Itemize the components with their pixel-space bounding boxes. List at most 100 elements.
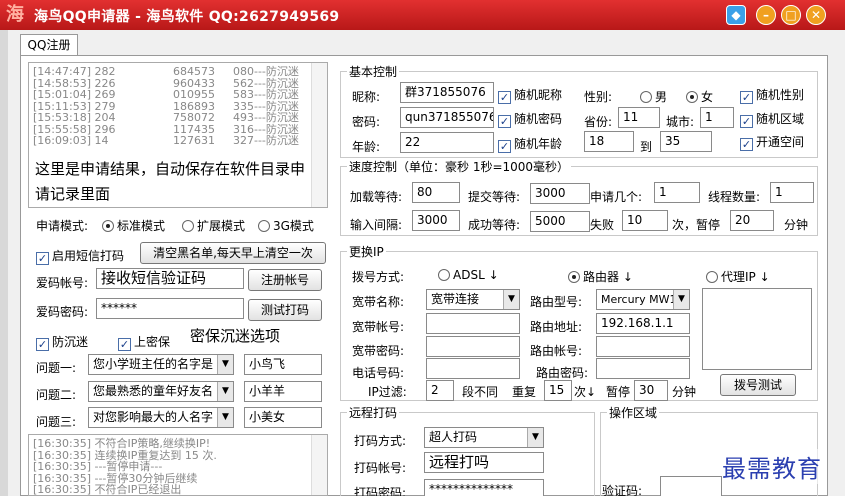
a1-input[interactable]: 小鸟飞: [244, 354, 322, 375]
ip-pause-label: 暂停: [606, 385, 631, 399]
minutes-label: 分钟: [784, 218, 809, 232]
q2-label: 问题二:: [36, 388, 77, 402]
sms-password-input[interactable]: ******: [96, 298, 244, 319]
result-log[interactable]: [14:47:47] 282 [14:58:53] 226 [15:01:04]…: [28, 62, 328, 208]
mode-label: 申请模式:: [36, 219, 89, 233]
proxy-list[interactable]: [702, 288, 812, 370]
list-item: 080---防沉迷: [233, 65, 299, 78]
adsl-radio[interactable]: ADSL ↓: [438, 268, 499, 282]
skin-icon[interactable]: ◆: [726, 5, 746, 25]
mode-extended-radio[interactable]: 扩展模式: [182, 217, 245, 234]
phone-input[interactable]: [426, 358, 520, 379]
load-wait-input[interactable]: 80: [412, 182, 460, 203]
remote-mode-select[interactable]: 超人打码 ▼: [424, 427, 544, 448]
router-password-label: 路由密码:: [536, 366, 589, 380]
bb-password-label: 宽带密码:: [352, 344, 405, 358]
watermark-text: 最需教育: [722, 449, 822, 484]
a2-input[interactable]: 小羊羊: [244, 381, 322, 402]
router-account-label: 路由帐号:: [530, 344, 583, 358]
age-to-input[interactable]: 35: [660, 131, 712, 152]
group-title: 远程打码: [347, 404, 400, 421]
close-button[interactable]: ✕: [806, 5, 826, 25]
remote-password-input[interactable]: **************: [424, 479, 544, 496]
pause-input[interactable]: 20: [730, 210, 774, 231]
bb-name-label: 宽带名称:: [352, 295, 405, 309]
security-note: 密保沉迷选项: [190, 327, 281, 345]
remote-password-label: 打码密码:: [354, 486, 407, 496]
female-radio[interactable]: 女: [686, 88, 713, 105]
bb-password-input[interactable]: [426, 336, 520, 357]
male-radio[interactable]: 男: [640, 88, 667, 105]
proxy-ip-radio[interactable]: 代理IP ↓: [706, 268, 770, 285]
q2-select[interactable]: 您最熟悉的童年好友名 ▼: [88, 381, 234, 402]
router-addr-input[interactable]: 192.168.1.1: [596, 313, 690, 334]
open-qzone-checkbox[interactable]: ✓ 开通空间: [740, 133, 804, 151]
sms-account-input[interactable]: 接收短信验证码: [96, 268, 244, 289]
success-wait-input[interactable]: 5000: [530, 211, 590, 232]
router-account-input[interactable]: [596, 336, 690, 357]
age-from-input[interactable]: 18: [584, 131, 634, 152]
group-title: 更换IP: [347, 243, 386, 260]
captcha-input[interactable]: [660, 476, 722, 496]
random-region-checkbox[interactable]: ✓ 随机区域: [740, 110, 804, 128]
bb-account-input[interactable]: [426, 313, 520, 334]
count-input[interactable]: 1: [654, 182, 700, 203]
ip-pause-input[interactable]: 30: [634, 380, 668, 401]
app-window: 海 海鸟QQ申请器 - 海鸟软件 QQ:2627949569 ◆ – □ ✕ Q…: [0, 0, 845, 496]
test-captcha-button[interactable]: 测试打码: [248, 299, 322, 321]
minimize-button[interactable]: –: [756, 5, 776, 25]
router-radio[interactable]: 路由器 ↓: [568, 268, 633, 285]
router-password-input[interactable]: [596, 358, 690, 379]
clear-blacklist-button[interactable]: 清空黑名单,每天早上清空一次: [140, 242, 326, 264]
repeat-label: 重复: [512, 385, 537, 399]
random-password-checkbox[interactable]: ✓ 随机密码: [498, 110, 562, 128]
submit-wait-input[interactable]: 3000: [530, 183, 590, 204]
random-age-checkbox[interactable]: ✓ 随机年龄: [498, 135, 562, 153]
window-title: 海鸟QQ申请器 - 海鸟软件 QQ:2627949569: [34, 9, 340, 25]
province-input[interactable]: 11: [618, 107, 660, 128]
age-input[interactable]: 22: [400, 132, 494, 153]
mode-3g-radio[interactable]: 3G模式: [258, 217, 314, 234]
fail-input[interactable]: 10: [622, 210, 668, 231]
list-item: [15:01:04] 269: [33, 88, 116, 101]
random-gender-checkbox[interactable]: ✓ 随机性别: [740, 86, 804, 104]
password-input[interactable]: qun371855076: [400, 107, 494, 128]
title-bar: 海 海鸟QQ申请器 - 海鸟软件 QQ:2627949569 ◆ – □ ✕: [0, 0, 845, 30]
dial-test-button[interactable]: 拨号测试: [720, 374, 796, 396]
repeat-input[interactable]: 15: [544, 380, 572, 401]
times-label: 次↓: [574, 385, 597, 399]
remote-account-input[interactable]: 远程打吗: [424, 452, 544, 473]
city-input[interactable]: 1: [700, 107, 734, 128]
ip-filter-input[interactable]: 2: [426, 380, 454, 401]
list-item: 493---防沉迷: [233, 111, 299, 124]
success-wait-label: 成功等待:: [468, 218, 521, 232]
anti-addiction-checkbox[interactable]: ✓ 防沉迷: [36, 333, 88, 351]
maximize-button[interactable]: □: [781, 5, 801, 25]
log-annotation: 这里是申请结果，自动保存在软件目录申请记录里面: [35, 160, 306, 203]
q3-select[interactable]: 对您影响最大的人名字 ▼: [88, 407, 234, 428]
q1-label: 问题一:: [36, 361, 77, 375]
a3-input[interactable]: 小美女: [244, 407, 322, 428]
random-nickname-checkbox[interactable]: ✓ 随机昵称: [498, 86, 562, 104]
security-question-checkbox[interactable]: ✓ 上密保: [118, 333, 170, 351]
bb-name-select[interactable]: 宽带连接 ▼: [426, 289, 520, 310]
log-scrollbar[interactable]: [311, 63, 327, 207]
tab-qq-register[interactable]: QQ注册: [20, 34, 78, 56]
threads-input[interactable]: 1: [770, 182, 814, 203]
router-type-label: 路由型号:: [530, 295, 583, 309]
phone-label: 电话号码:: [352, 366, 405, 380]
register-account-button[interactable]: 注册帐号: [248, 269, 322, 291]
activity-log[interactable]: [16:30:35] 不符合IP策略,继续换IP! [16:30:35] 连续换…: [28, 434, 328, 496]
mode-standard-radio[interactable]: 标准模式: [102, 217, 165, 234]
input-interval-label: 输入间隔:: [350, 218, 403, 232]
input-interval-input[interactable]: 3000: [412, 210, 460, 231]
group-title: 速度控制（单位：豪秒 1秒=1000毫秒）: [347, 158, 572, 175]
list-item: 327---防沉迷: [233, 134, 299, 147]
nickname-input[interactable]: 群371855076: [400, 82, 494, 103]
q1-select[interactable]: 您小学班主任的名字是 ▼: [88, 354, 234, 375]
sms-account-label: 爱码帐号:: [36, 276, 89, 290]
sms-checkbox[interactable]: ✓ 启用短信打码: [36, 247, 124, 265]
log-scrollbar[interactable]: [311, 435, 327, 495]
chevron-down-icon: ▼: [217, 355, 233, 374]
router-type-select[interactable]: Mercury MW1 ▼: [596, 289, 690, 310]
